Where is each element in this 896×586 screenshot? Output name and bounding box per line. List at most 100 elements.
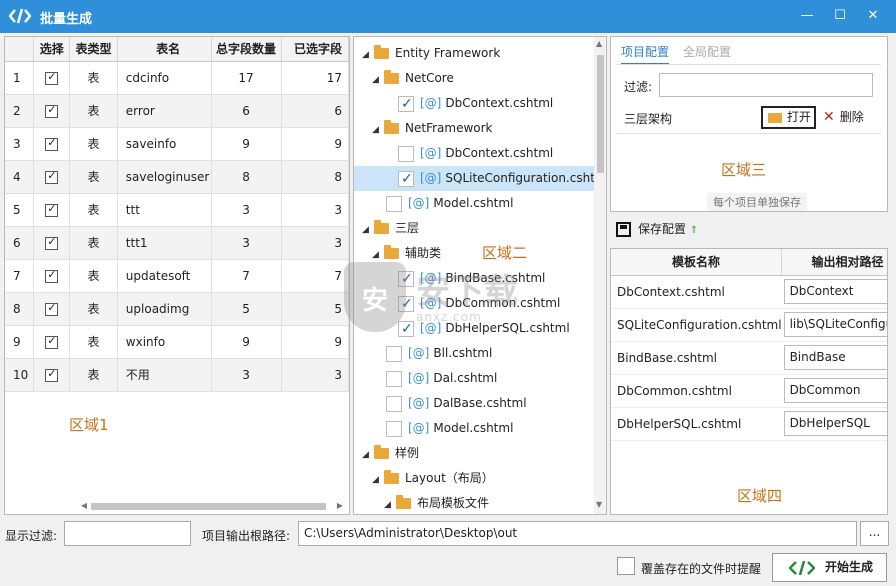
row-select-checkbox[interactable]: [33, 160, 71, 194]
col-header-select[interactable]: 选择: [33, 37, 71, 62]
table-row[interactable]: 9表wxinfo99: [5, 325, 349, 359]
select-checkbox[interactable]: [45, 268, 59, 283]
tree-node-entity-framework[interactable]: ◢ Entity Framework: [362, 41, 500, 66]
collapse-icon[interactable]: ◢: [372, 468, 384, 493]
tree-node-three-layer[interactable]: ◢ 三层: [362, 216, 419, 241]
tree-node-file[interactable]: [@] DalBase.cshtml: [386, 391, 527, 416]
scroll-up-icon[interactable]: ▲: [596, 39, 602, 48]
grid-horizontal-scrollbar[interactable]: ◀ ▶: [79, 500, 347, 512]
maximize-button[interactable]: ☐: [829, 6, 851, 26]
tree-checkbox[interactable]: [386, 195, 402, 212]
table-row[interactable]: 6表ttt133: [5, 226, 349, 260]
scroll-down-icon[interactable]: ▼: [596, 500, 602, 509]
row-select-checkbox[interactable]: [33, 193, 71, 227]
scroll-thumb[interactable]: [597, 55, 604, 173]
tree-node-file[interactable]: [@]DbContext.cshtml: [398, 91, 553, 117]
collapse-icon[interactable]: ◢: [384, 493, 396, 514]
row-select-checkbox[interactable]: [33, 358, 71, 392]
scroll-left-icon[interactable]: ◀: [79, 500, 89, 512]
scroll-right-icon[interactable]: ▶: [335, 500, 345, 512]
collapse-icon[interactable]: ◢: [372, 68, 384, 93]
col-header-type[interactable]: 表类型: [69, 37, 118, 62]
table-row[interactable]: 1表cdcinfo1717: [5, 61, 349, 95]
tree-vertical-scrollbar[interactable]: ▲ ▼: [594, 37, 606, 514]
tree-node-file[interactable]: [@] Dal.cshtml: [386, 366, 497, 391]
tree-node-netcore[interactable]: ◢ NetCore: [372, 66, 454, 91]
table-row[interactable]: 10表不用33: [5, 358, 349, 392]
open-button[interactable]: 打开: [761, 106, 816, 129]
table-row[interactable]: 3表saveinfo99: [5, 127, 349, 161]
select-checkbox[interactable]: [45, 136, 59, 151]
table-row[interactable]: 5表ttt33: [5, 193, 349, 227]
col-header-output-path[interactable]: 输出相对路径: [781, 249, 887, 276]
tree-node-file[interactable]: [@] Model.cshtml: [386, 416, 513, 441]
tree-node-file[interactable]: [@]DbContext.cshtml: [398, 141, 553, 166]
row-type: 表: [69, 259, 118, 293]
browse-button[interactable]: ...: [860, 521, 889, 546]
collapse-icon[interactable]: ◢: [372, 118, 384, 143]
row-select-checkbox[interactable]: [33, 325, 71, 359]
output-path-input[interactable]: DbCommon: [783, 378, 887, 403]
start-generate-button[interactable]: 开始生成: [772, 553, 887, 582]
select-checkbox[interactable]: [45, 301, 59, 316]
col-header-name[interactable]: 表名: [117, 37, 212, 62]
table-row[interactable]: 4表saveloginuser88: [5, 160, 349, 194]
row-select-checkbox[interactable]: [33, 226, 71, 260]
tab-global-config[interactable]: 全局配置: [683, 43, 731, 60]
tab-project-config[interactable]: 项目配置: [621, 43, 670, 65]
tree-node-file[interactable]: [@] Model.cshtml: [386, 191, 513, 216]
col-header-template-name[interactable]: 模板名称: [611, 249, 783, 276]
tree-checkbox[interactable]: [398, 92, 414, 117]
window-title: 批量生成: [40, 12, 93, 27]
col-header-total[interactable]: 总字段数量: [211, 37, 282, 62]
tree-checkbox[interactable]: [398, 145, 414, 162]
row-select-checkbox[interactable]: [33, 127, 71, 161]
tree-checkbox[interactable]: [386, 395, 402, 412]
display-filter-input[interactable]: [64, 521, 191, 546]
output-path-input[interactable]: DbContext: [783, 279, 887, 304]
tree-node-layout-templates[interactable]: ◢ 布局模板文件: [384, 491, 489, 514]
config-filter-input[interactable]: [659, 73, 873, 97]
tree-node-netframework[interactable]: ◢ NetFramework: [372, 116, 493, 141]
select-checkbox[interactable]: [45, 103, 59, 118]
tree-node-layout[interactable]: ◢ Layout（布局）: [372, 466, 494, 491]
delete-button[interactable]: ✕ 删除: [823, 107, 864, 127]
collapse-icon[interactable]: ◢: [362, 443, 374, 468]
tree-checkbox[interactable]: [398, 167, 414, 192]
template-header-row: 模板名称 输出相对路径: [611, 249, 887, 276]
output-path-input[interactable]: lib\SQLiteConfiguration: [783, 312, 887, 337]
select-checkbox[interactable]: [45, 334, 59, 349]
row-select-checkbox[interactable]: [33, 292, 71, 326]
select-checkbox[interactable]: [45, 169, 59, 184]
output-path-input[interactable]: BindBase: [783, 345, 887, 370]
tree-checkbox[interactable]: [386, 370, 402, 387]
overwrite-warning-checkbox[interactable]: [617, 557, 635, 575]
collapse-icon[interactable]: ◢: [362, 43, 374, 68]
tree-node-file[interactable]: [@] Bll.cshtml: [386, 341, 492, 366]
close-button[interactable]: ✕: [862, 6, 884, 26]
save-config-button[interactable]: 保存配置 ⇑: [616, 220, 698, 240]
table-row[interactable]: 2表error66: [5, 94, 349, 128]
output-path-input[interactable]: DbHelperSQL: [783, 411, 887, 436]
collapse-icon[interactable]: ◢: [362, 218, 374, 243]
minimize-button[interactable]: —: [796, 6, 818, 26]
col-header-index[interactable]: [5, 37, 35, 62]
output-root-input[interactable]: C:\Users\Administrator\Desktop\out: [298, 521, 857, 546]
tree-checkbox[interactable]: [386, 345, 402, 362]
row-select-checkbox[interactable]: [33, 61, 71, 95]
tree-checkbox[interactable]: [386, 420, 402, 437]
select-checkbox[interactable]: [45, 70, 59, 85]
select-checkbox[interactable]: [45, 202, 59, 217]
row-select-checkbox[interactable]: [33, 94, 71, 128]
row-table-name: error: [117, 94, 212, 128]
tree-node-samples[interactable]: ◢ 样例: [362, 441, 419, 466]
col-header-selected[interactable]: 已选字段: [281, 37, 349, 62]
table-row[interactable]: 8表uploadimg55: [5, 292, 349, 326]
tree-node-file-selected[interactable]: [@]SQLiteConfiguration.cshtml: [354, 166, 606, 192]
row-select-checkbox[interactable]: [33, 259, 71, 293]
scroll-thumb[interactable]: [91, 503, 326, 510]
row-type: 表: [69, 160, 118, 194]
select-checkbox[interactable]: [45, 367, 59, 382]
table-row[interactable]: 7表updatesoft77: [5, 259, 349, 293]
select-checkbox[interactable]: [45, 235, 59, 250]
